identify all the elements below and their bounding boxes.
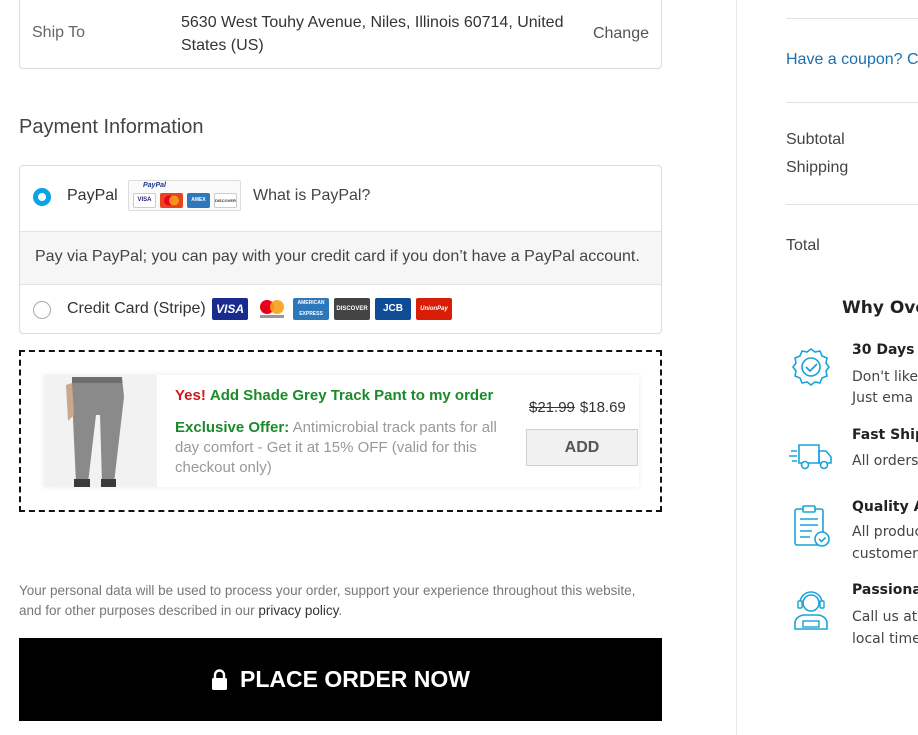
payment-information-heading: Payment Information	[19, 116, 204, 138]
mastercard-mini-icon	[160, 193, 183, 208]
place-order-button[interactable]: PLACE ORDER NOW	[19, 638, 662, 721]
change-address-link[interactable]: Change	[593, 25, 649, 43]
track-pant-product-image	[44, 375, 157, 487]
ship-to-address: 5630 West Touhy Avenue, Niles, Illinois …	[181, 14, 564, 54]
paypal-description: Pay via PayPal; you can pay with your cr…	[20, 231, 661, 285]
unionpay-card-icon: UnionPay	[416, 298, 452, 320]
feature-title: 30 Days S	[852, 342, 918, 358]
offer-headline-text: Add Shade Grey Track Pant to my order	[209, 387, 494, 404]
ship-to-label: Ship To	[32, 24, 86, 41]
exclusive-offer-label: Exclusive Offer:	[175, 419, 290, 436]
order-summary-sidebar: Have a coupon? C Subtotal Shipping Total…	[736, 0, 918, 735]
subtotal-label: Subtotal	[786, 131, 845, 148]
total-label: Total	[786, 237, 820, 254]
privacy-policy-link[interactable]: privacy policy	[258, 603, 338, 618]
feature-title: Quality A	[852, 499, 918, 515]
feature-title: Passiona	[852, 582, 918, 598]
feature-text: Just ema	[852, 390, 914, 406]
old-price: $21.99	[529, 399, 575, 416]
what-is-paypal-link[interactable]: What is PayPal?	[253, 187, 370, 205]
divider	[786, 102, 918, 103]
shipping-label: Shipping	[786, 159, 849, 176]
order-bump-offer: Yes! Add Shade Grey Track Pant to my orde…	[19, 350, 662, 512]
offer-description: Exclusive Offer: Antimicrobial track pan…	[175, 418, 505, 478]
credit-card-label: Credit Card (Stripe)	[67, 300, 206, 317]
why-us-heading: Why Ove	[842, 298, 918, 318]
support-agent-icon	[794, 591, 828, 630]
delivery-truck-icon	[789, 444, 832, 470]
privacy-notice: Your personal data will be used to proce…	[19, 581, 659, 621]
feature-text: Call us at	[852, 609, 918, 625]
privacy-notice-end: .	[338, 603, 343, 618]
paypal-acceptance-logo: PayPal VISA AMEX DISCOVER	[128, 180, 241, 211]
discover-mini-icon: DISCOVER	[214, 193, 237, 208]
visa-card-icon: VISA	[212, 298, 248, 320]
payment-option-credit-card[interactable]: Credit Card (Stripe) VISA AMERICAN EXPRE…	[20, 285, 661, 335]
paypal-logo-text: PayPal	[143, 182, 166, 189]
divider	[786, 204, 918, 205]
place-order-label: PLACE ORDER NOW	[240, 666, 470, 692]
amex-mini-icon: AMEX	[187, 193, 210, 208]
credit-card-radio[interactable]	[33, 301, 51, 319]
payment-option-paypal[interactable]: PayPal PayPal VISA AMEX DISCOVER What is…	[20, 166, 661, 231]
feature-text: All orders	[852, 453, 918, 469]
award-badge-icon	[792, 348, 830, 386]
add-offer-button[interactable]: ADD	[526, 429, 638, 466]
divider	[786, 18, 918, 19]
feature-text: customer	[852, 546, 918, 562]
payment-methods: PayPal PayPal VISA AMEX DISCOVER What is…	[19, 165, 662, 334]
discover-card-icon: DISCOVER	[334, 298, 370, 320]
feature-text: local time	[852, 631, 918, 647]
visa-mini-icon: VISA	[133, 193, 156, 208]
paypal-radio[interactable]	[33, 188, 51, 206]
amex-card-icon: AMERICAN EXPRESS	[293, 298, 329, 320]
coupon-link[interactable]: Have a coupon? C	[786, 51, 918, 69]
feature-text: Don't like	[852, 369, 918, 385]
paypal-label: PayPal	[67, 187, 118, 204]
new-price: $18.69	[579, 399, 626, 416]
offer-headline: Yes! Add Shade Grey Track Pant to my orde…	[175, 387, 493, 404]
lock-icon	[212, 668, 227, 690]
mastercard-card-icon	[254, 298, 290, 320]
jcb-card-icon: JCB	[375, 298, 411, 320]
offer-yes-text: Yes!	[175, 387, 206, 404]
feature-text: All produc	[852, 524, 918, 540]
offer-price: $21.99 $18.69	[529, 399, 626, 416]
ship-to-panel: Ship To 5630 West Touhy Avenue, Niles, I…	[19, 0, 662, 69]
clipboard-check-icon	[794, 505, 830, 547]
feature-title: Fast Ship	[852, 427, 918, 443]
offer-card: Yes! Add Shade Grey Track Pant to my orde…	[44, 375, 639, 487]
